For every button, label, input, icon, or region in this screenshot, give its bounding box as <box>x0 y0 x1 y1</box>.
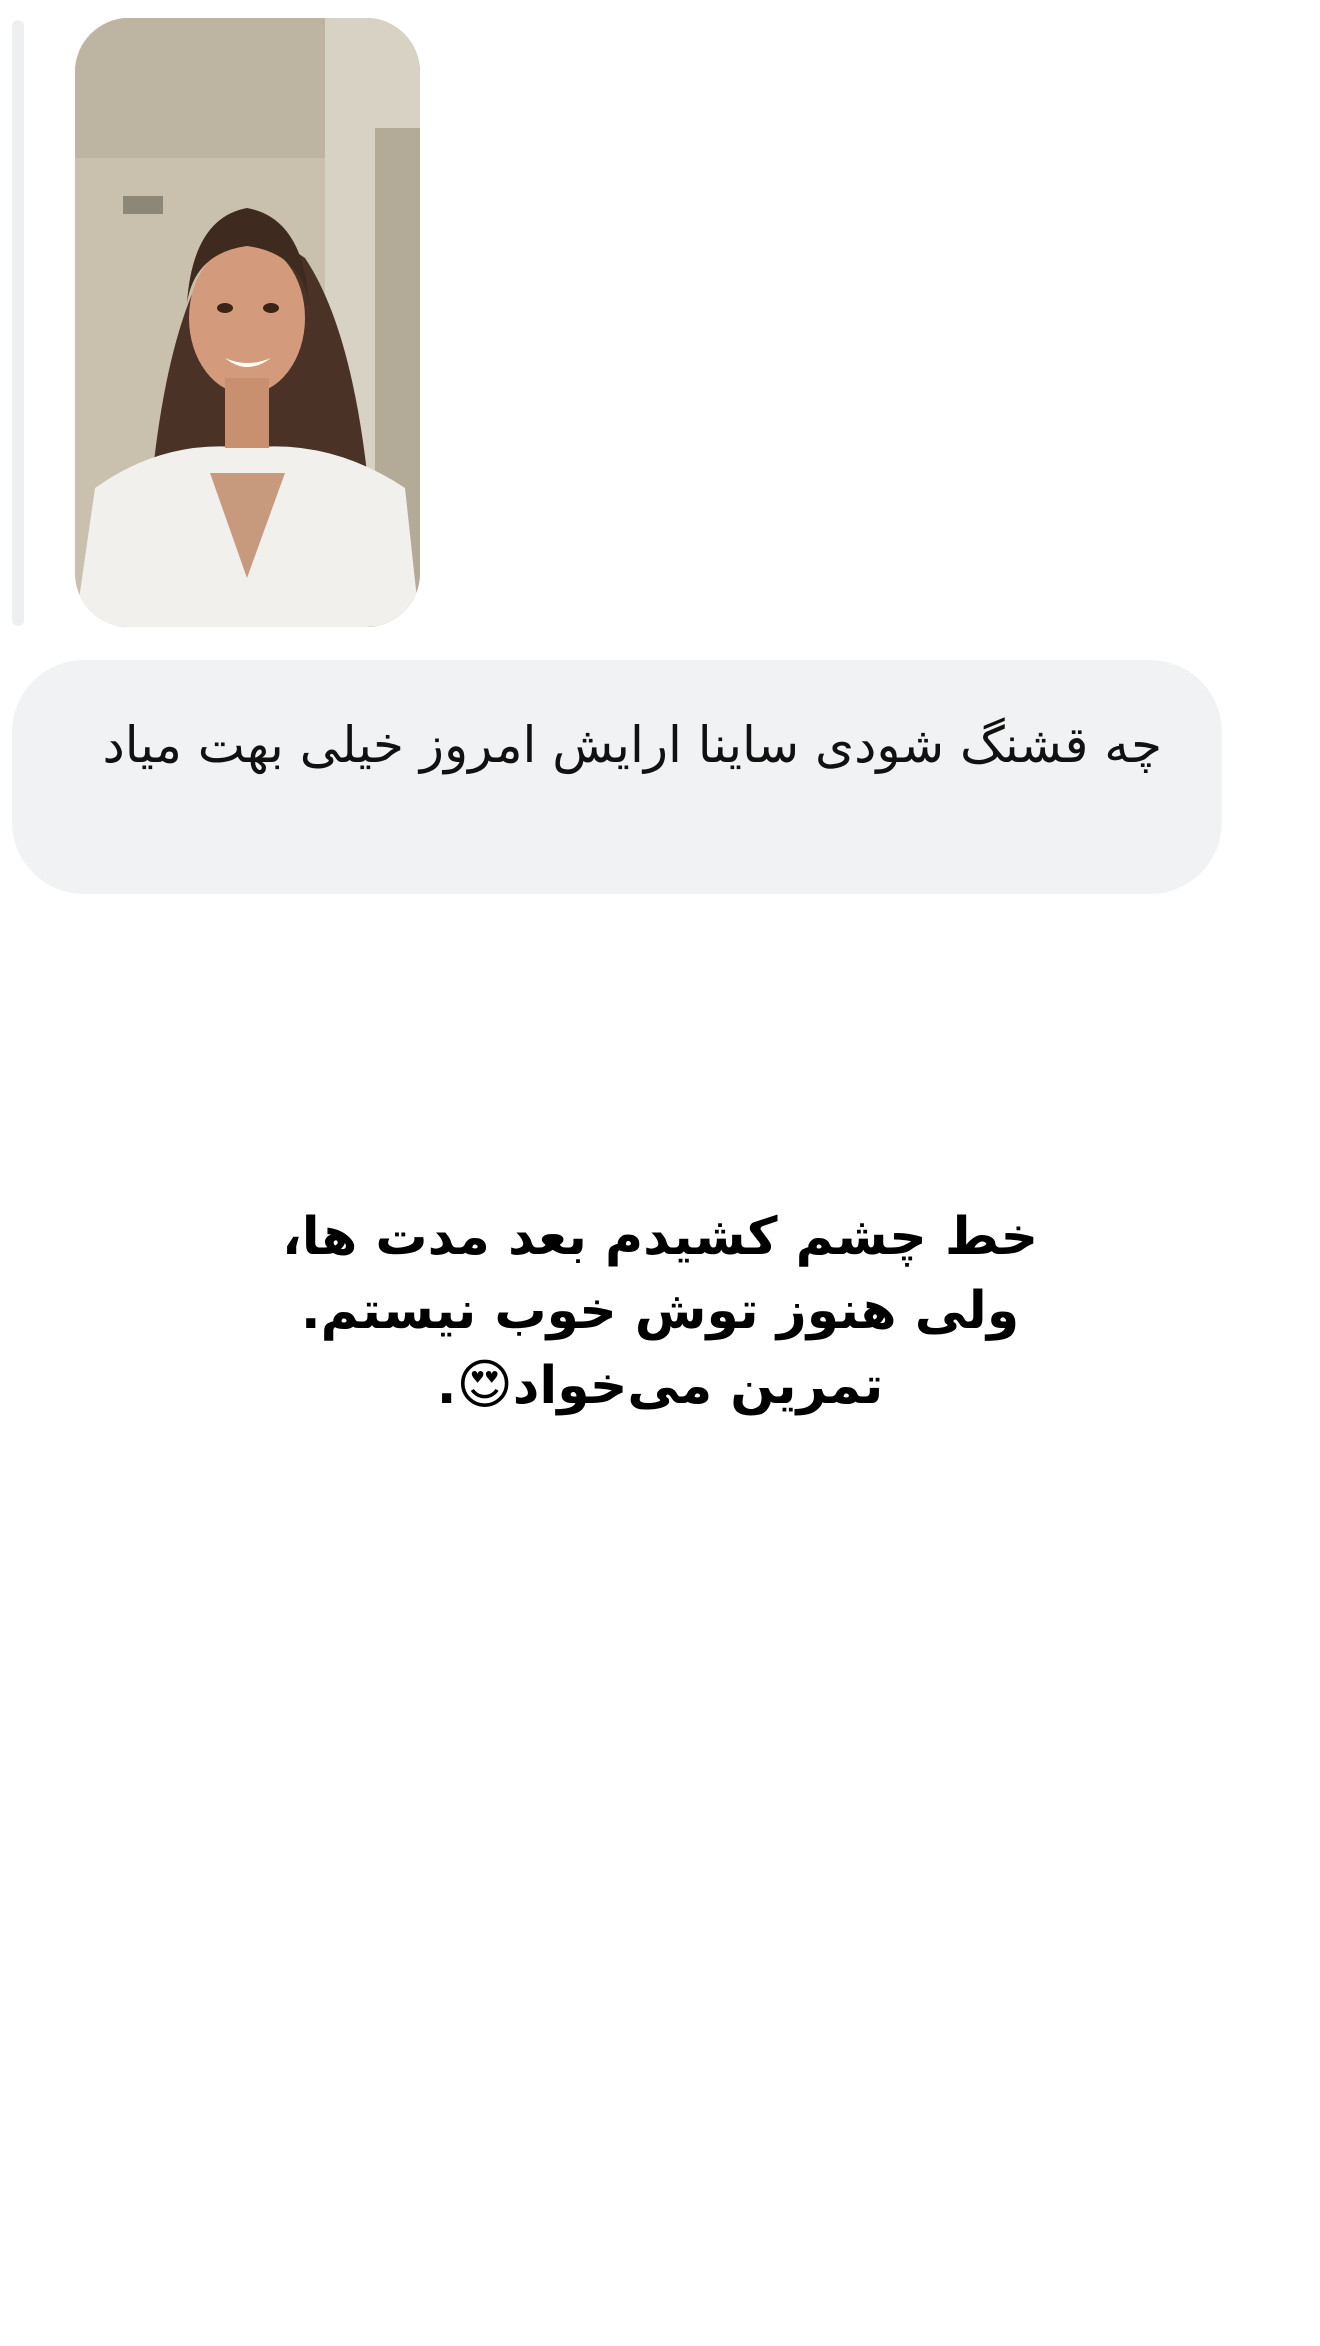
message-text: چه قشنگ شودی ساینا ارایش امروز خیلی بهت … <box>102 716 1163 774</box>
heart-eyes-emoji-icon: 😍 <box>456 1353 513 1416</box>
caption-line-3-period: . <box>436 1356 457 1416</box>
caption-line-3-text: تمرین می‌خواد <box>512 1356 884 1416</box>
story-reply-thumbnail[interactable] <box>75 18 420 627</box>
story-caption: خط چشم کشیدم بعد مدت ها، ولی هنوز توش خو… <box>210 1200 1110 1423</box>
message-bubble[interactable]: چه قشنگ شودی ساینا ارایش امروز خیلی بهت … <box>12 660 1222 894</box>
story-photo <box>75 18 420 627</box>
reply-indicator-bar <box>12 20 24 626</box>
caption-line-2: ولی هنوز توش خوب نیستم. <box>300 1281 1020 1341</box>
caption-line-3: تمرین می‌خواد😍. <box>210 1348 1110 1423</box>
caption-line-1: خط چشم کشیدم بعد مدت ها، <box>281 1207 1039 1267</box>
